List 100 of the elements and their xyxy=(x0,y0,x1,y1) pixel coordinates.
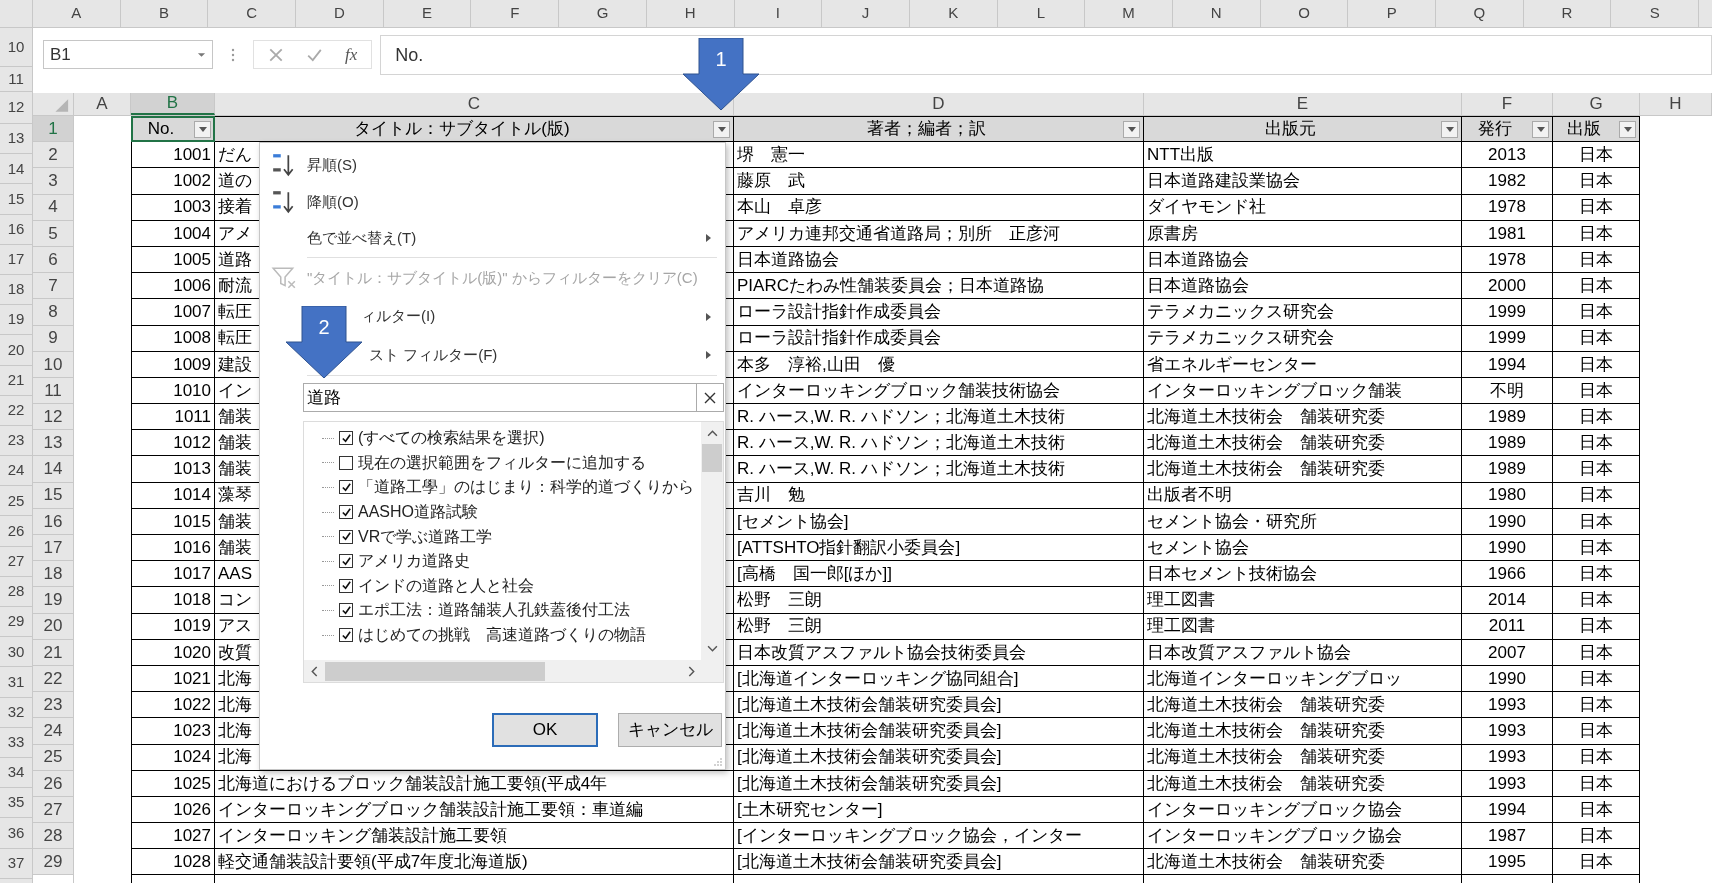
filter-dropdown-button[interactable] xyxy=(1619,120,1636,138)
column-header[interactable]: E xyxy=(383,0,472,27)
row-header[interactable]: 26 xyxy=(0,516,32,547)
column-header[interactable]: L xyxy=(997,0,1086,27)
header-cell[interactable]: 出版元 xyxy=(1144,116,1462,143)
column-header[interactable]: O xyxy=(1260,0,1349,27)
row-header[interactable]: 32 xyxy=(0,697,32,728)
row-header[interactable]: 14 xyxy=(0,154,32,185)
row-header[interactable]: 35 xyxy=(0,788,32,819)
row-header[interactable]: 4 xyxy=(33,194,74,221)
row-header[interactable]: 19 xyxy=(0,305,32,336)
row-header[interactable]: 14 xyxy=(33,456,74,483)
filter-dropdown-button[interactable] xyxy=(1441,120,1458,138)
column-header[interactable]: D xyxy=(932,91,945,117)
column-header[interactable]: K xyxy=(909,0,998,27)
column-header[interactable]: H xyxy=(1669,91,1682,117)
chevron-right-icon[interactable] xyxy=(688,665,695,677)
row-header[interactable]: 17 xyxy=(33,535,74,562)
row-header[interactable]: 10 xyxy=(0,28,32,67)
column-header[interactable]: E xyxy=(1296,91,1309,117)
scrollbar-thumb[interactable] xyxy=(325,661,545,681)
column-header[interactable]: N xyxy=(1172,0,1261,27)
filter-dropdown-button[interactable] xyxy=(1532,120,1549,138)
row-header[interactable]: 37 xyxy=(0,848,32,879)
row-header[interactable]: 11 xyxy=(0,67,32,92)
column-header[interactable]: P xyxy=(1348,0,1436,27)
column-header[interactable]: A xyxy=(96,91,108,117)
column-header[interactable]: D xyxy=(296,0,384,27)
row-header[interactable]: 23 xyxy=(33,692,74,719)
column-header[interactable]: J xyxy=(822,0,910,27)
column-header[interactable]: F xyxy=(1501,91,1513,117)
row-header[interactable]: 20 xyxy=(33,613,74,640)
row-header[interactable]: 34 xyxy=(0,757,32,789)
column-header[interactable]: I xyxy=(734,0,823,27)
row-header[interactable]: 25 xyxy=(0,486,32,517)
row-header[interactable]: 30 xyxy=(0,637,32,668)
checkbox[interactable] xyxy=(339,554,353,569)
column-header[interactable]: Q xyxy=(1436,0,1524,27)
column-header[interactable]: G xyxy=(1589,91,1603,117)
row-header[interactable]: 23 xyxy=(0,425,32,457)
menu-item[interactable]: ィルター(I) xyxy=(361,305,436,328)
checkbox[interactable] xyxy=(339,628,353,643)
row-header[interactable]: 36 xyxy=(0,818,32,849)
row-header[interactable]: 18 xyxy=(33,561,74,588)
row-header[interactable]: 2 xyxy=(33,142,74,169)
filter-dropdown-button[interactable] xyxy=(194,120,211,138)
vertical-scrollbar[interactable] xyxy=(701,422,723,660)
cancel-button[interactable]: キャンセル xyxy=(618,713,722,747)
column-header[interactable]: B xyxy=(120,0,209,27)
row-header[interactable]: 3 xyxy=(33,168,74,195)
row-header[interactable]: 24 xyxy=(33,718,74,745)
row-header[interactable]: 13 xyxy=(0,124,32,155)
row-header[interactable]: 20 xyxy=(0,335,32,366)
column-header[interactable]: H xyxy=(646,0,735,27)
row-header[interactable]: 22 xyxy=(33,665,74,693)
checkbox[interactable] xyxy=(339,578,353,593)
row-header[interactable]: 13 xyxy=(33,430,74,457)
row-header[interactable]: 26 xyxy=(33,770,74,797)
row-header[interactable]: 28 xyxy=(0,576,32,607)
row-header[interactable]: 15 xyxy=(0,184,32,215)
checkbox[interactable] xyxy=(339,529,353,544)
row-header[interactable]: 10 xyxy=(33,351,74,378)
row-header[interactable]: 6 xyxy=(33,246,74,274)
header-cell[interactable]: No. xyxy=(131,116,215,143)
column-header[interactable]: C xyxy=(467,91,481,117)
horizontal-scrollbar[interactable] xyxy=(304,660,723,682)
header-cell[interactable]: 出版 xyxy=(1553,116,1640,143)
row-header[interactable]: 22 xyxy=(0,395,32,426)
scrollbar-thumb[interactable] xyxy=(702,444,722,472)
filter-dropdown-button[interactable] xyxy=(713,120,730,138)
filter-dropdown-button[interactable] xyxy=(1123,120,1140,138)
header-cell[interactable]: タイトル：サブタイトル(版) xyxy=(215,116,734,143)
row-header[interactable]: 29 xyxy=(33,849,74,876)
insert-function-button[interactable]: fx xyxy=(345,41,358,68)
header-cell[interactable]: 著者；編者；訳 xyxy=(734,116,1144,143)
row-header[interactable]: 27 xyxy=(0,546,32,577)
column-header[interactable]: M xyxy=(1085,0,1173,27)
checkbox[interactable] xyxy=(339,431,353,446)
chevron-left-icon[interactable] xyxy=(311,665,318,677)
row-header[interactable]: 25 xyxy=(33,744,74,771)
row-header[interactable]: 1 xyxy=(33,116,74,143)
row-header[interactable]: 18 xyxy=(0,274,32,306)
column-header[interactable]: G xyxy=(559,0,647,27)
row-header[interactable]: 21 xyxy=(0,365,32,396)
chevron-down-icon[interactable] xyxy=(706,645,718,652)
row-header[interactable]: 16 xyxy=(33,508,74,535)
row-header[interactable]: 11 xyxy=(33,377,74,405)
row-header[interactable]: 16 xyxy=(0,214,32,245)
header-cell[interactable]: 発行 xyxy=(1462,116,1553,143)
checkbox[interactable] xyxy=(339,480,353,495)
column-header[interactable]: F xyxy=(471,0,560,27)
checkbox[interactable] xyxy=(339,455,353,470)
row-header[interactable]: 8 xyxy=(33,299,74,326)
row-header[interactable]: 19 xyxy=(33,587,74,614)
checkbox[interactable] xyxy=(339,505,353,520)
column-header[interactable]: B xyxy=(166,90,179,116)
row-header[interactable]: 27 xyxy=(33,796,74,824)
row-header[interactable]: 24 xyxy=(0,456,32,487)
row-header[interactable]: 28 xyxy=(33,823,74,850)
row-header[interactable]: 21 xyxy=(33,639,74,666)
